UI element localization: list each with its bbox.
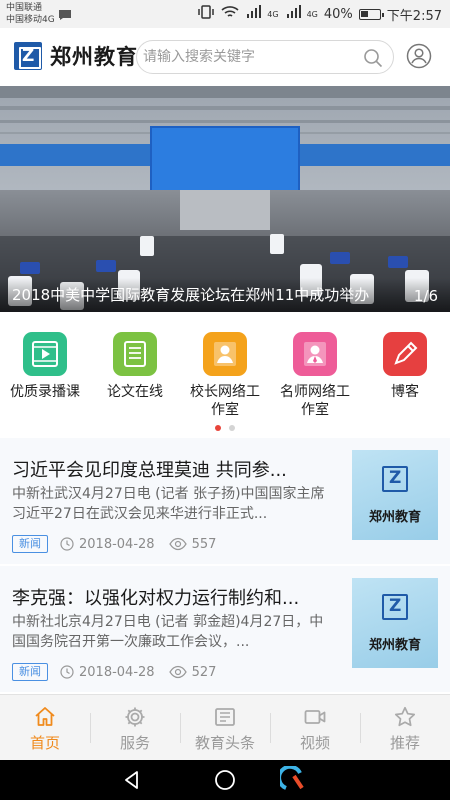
app-header: 郑州教育 — [0, 28, 450, 86]
person-card-icon — [203, 332, 247, 376]
clock: 下午2:57 — [386, 8, 442, 24]
battery-icon — [358, 8, 384, 20]
vibrate-icon — [197, 5, 215, 23]
news-views: 557 — [191, 536, 217, 552]
tab-education-headlines[interactable]: 教育头条 — [180, 695, 270, 761]
banner-counter: 1/6 — [413, 287, 438, 305]
carousel-dot[interactable] — [229, 425, 235, 431]
bottom-tab-bar: 首页 服务 教育头条 视频 推荐 — [0, 694, 450, 760]
pen-icon — [383, 332, 427, 376]
eye-icon — [168, 665, 187, 679]
app-logo-text: 郑州教育 — [50, 45, 138, 69]
news-list: 习近平会见印度总理莫迪 共同参... 中新社武汉4月27日电 (记者 张子扬)中… — [0, 438, 450, 694]
signal-icon-1 — [245, 5, 262, 23]
tab-recommend[interactable]: 推荐 — [360, 695, 450, 761]
eye-icon — [168, 537, 187, 551]
news-date: 2018-04-28 — [79, 664, 155, 680]
network-4g-1: 4G — [267, 9, 279, 19]
news-summary: 中新社武汉4月27日电 (记者 张子扬)中国国家主席习近平27日在武汉会见来华进… — [12, 486, 325, 522]
news-thumbnail: 郑州教育 — [352, 450, 438, 540]
news-meta: 新闻 2018-04-28 557 — [12, 534, 216, 554]
battery-percent: 40% — [323, 6, 353, 22]
tab-label: 推荐 — [389, 734, 420, 752]
watermark-logo — [277, 764, 440, 796]
news-meta: 新闻 2018-04-28 527 — [12, 662, 216, 682]
banner-caption: 2018中美中学国际教育发展论坛在郑州11中成功举办 — [12, 286, 370, 304]
status-bar: 中国联通 中国移动4G 4G 4G 40% 下午2:57 — [0, 0, 450, 28]
carrier-line-2: 中国移动4G — [6, 15, 55, 25]
news-title: 李克强：以强化对权力运行制约和... — [12, 588, 300, 609]
logo-icon — [382, 466, 408, 492]
network-4g-2: 4G — [306, 9, 318, 19]
nav-item-papers-online[interactable]: 论文在线 — [100, 332, 170, 401]
search-box[interactable] — [136, 40, 394, 74]
tab-home[interactable]: 首页 — [0, 695, 90, 761]
home-icon — [33, 705, 57, 729]
thumbnail-text: 郑州教育 — [368, 638, 421, 653]
battery-fill — [360, 10, 368, 17]
video-play-icon — [23, 332, 67, 376]
nav-label: 名师网络工作室 — [280, 384, 350, 418]
document-list-icon — [113, 332, 157, 376]
tab-label: 首页 — [29, 734, 60, 752]
tab-video[interactable]: 视频 — [270, 695, 360, 761]
teacher-card-icon — [293, 332, 337, 376]
nav-label: 博客 — [391, 384, 419, 400]
nav-label: 优质录播课 — [10, 384, 80, 400]
carrier-line-1: 中国联通 — [6, 3, 43, 13]
clock-icon — [60, 537, 74, 551]
news-item[interactable]: 李克强：以强化对权力运行制约和... 中新社北京4月27日电 (记者 郭金超)4… — [0, 566, 450, 692]
user-profile-icon[interactable] — [406, 43, 432, 69]
tab-service[interactable]: 服务 — [90, 695, 180, 761]
home-button-icon[interactable] — [213, 768, 237, 792]
banner-carousel[interactable]: 2018中美中学国际教育发展论坛在郑州11中成功举办 1/6 — [0, 86, 450, 312]
carrier-info: 中国联通 中国移动4G — [6, 2, 55, 26]
tab-label: 视频 — [299, 734, 330, 752]
news-summary: 中新社北京4月27日电 (记者 郭金超)4月27日，中国国务院召开第一次廉政工作… — [12, 614, 324, 650]
clock-icon — [60, 665, 74, 679]
star-icon — [393, 705, 417, 729]
nav-item-blog[interactable]: 博客 — [370, 332, 440, 401]
carousel-dot[interactable] — [215, 425, 221, 431]
system-navigation-bar — [0, 760, 450, 800]
status-icons: 4G 4G 40% 下午2:57 — [197, 5, 442, 24]
news-tag: 新闻 — [12, 663, 48, 681]
nav-item-recorded-lessons[interactable]: 优质录播课 — [10, 332, 80, 401]
news-thumbnail: 郑州教育 — [352, 578, 438, 668]
search-input[interactable] — [143, 42, 363, 72]
wifi-icon — [221, 5, 239, 23]
video-camera-icon — [303, 705, 327, 729]
carousel-dots — [0, 425, 450, 433]
back-icon[interactable] — [120, 768, 144, 792]
message-icon — [58, 6, 72, 25]
logo-icon — [382, 594, 408, 620]
signal-icon-2 — [285, 5, 301, 23]
nav-label: 校长网络工作室 — [190, 384, 260, 418]
nav-item-principal-studio[interactable]: 校长网络工作室 — [190, 332, 260, 419]
tab-label: 服务 — [119, 734, 150, 752]
quick-nav: 优质录播课 论文在线 校长网络工作室 名师网络工作室 博客 — [0, 312, 450, 438]
logo-icon — [14, 42, 42, 70]
thumbnail-text: 郑州教育 — [368, 510, 421, 525]
news-tag: 新闻 — [12, 535, 48, 553]
gear-icon — [123, 705, 147, 729]
newspaper-icon — [213, 705, 237, 729]
nav-label: 论文在线 — [107, 384, 163, 400]
news-date: 2018-04-28 — [79, 536, 155, 552]
tab-label: 教育头条 — [194, 734, 255, 752]
news-title: 习近平会见印度总理莫迪 共同参... — [12, 460, 287, 481]
news-views: 527 — [191, 664, 217, 680]
news-item[interactable]: 习近平会见印度总理莫迪 共同参... 中新社武汉4月27日电 (记者 张子扬)中… — [0, 438, 450, 564]
search-icon[interactable] — [363, 48, 383, 68]
nav-item-teacher-studio[interactable]: 名师网络工作室 — [280, 332, 350, 419]
